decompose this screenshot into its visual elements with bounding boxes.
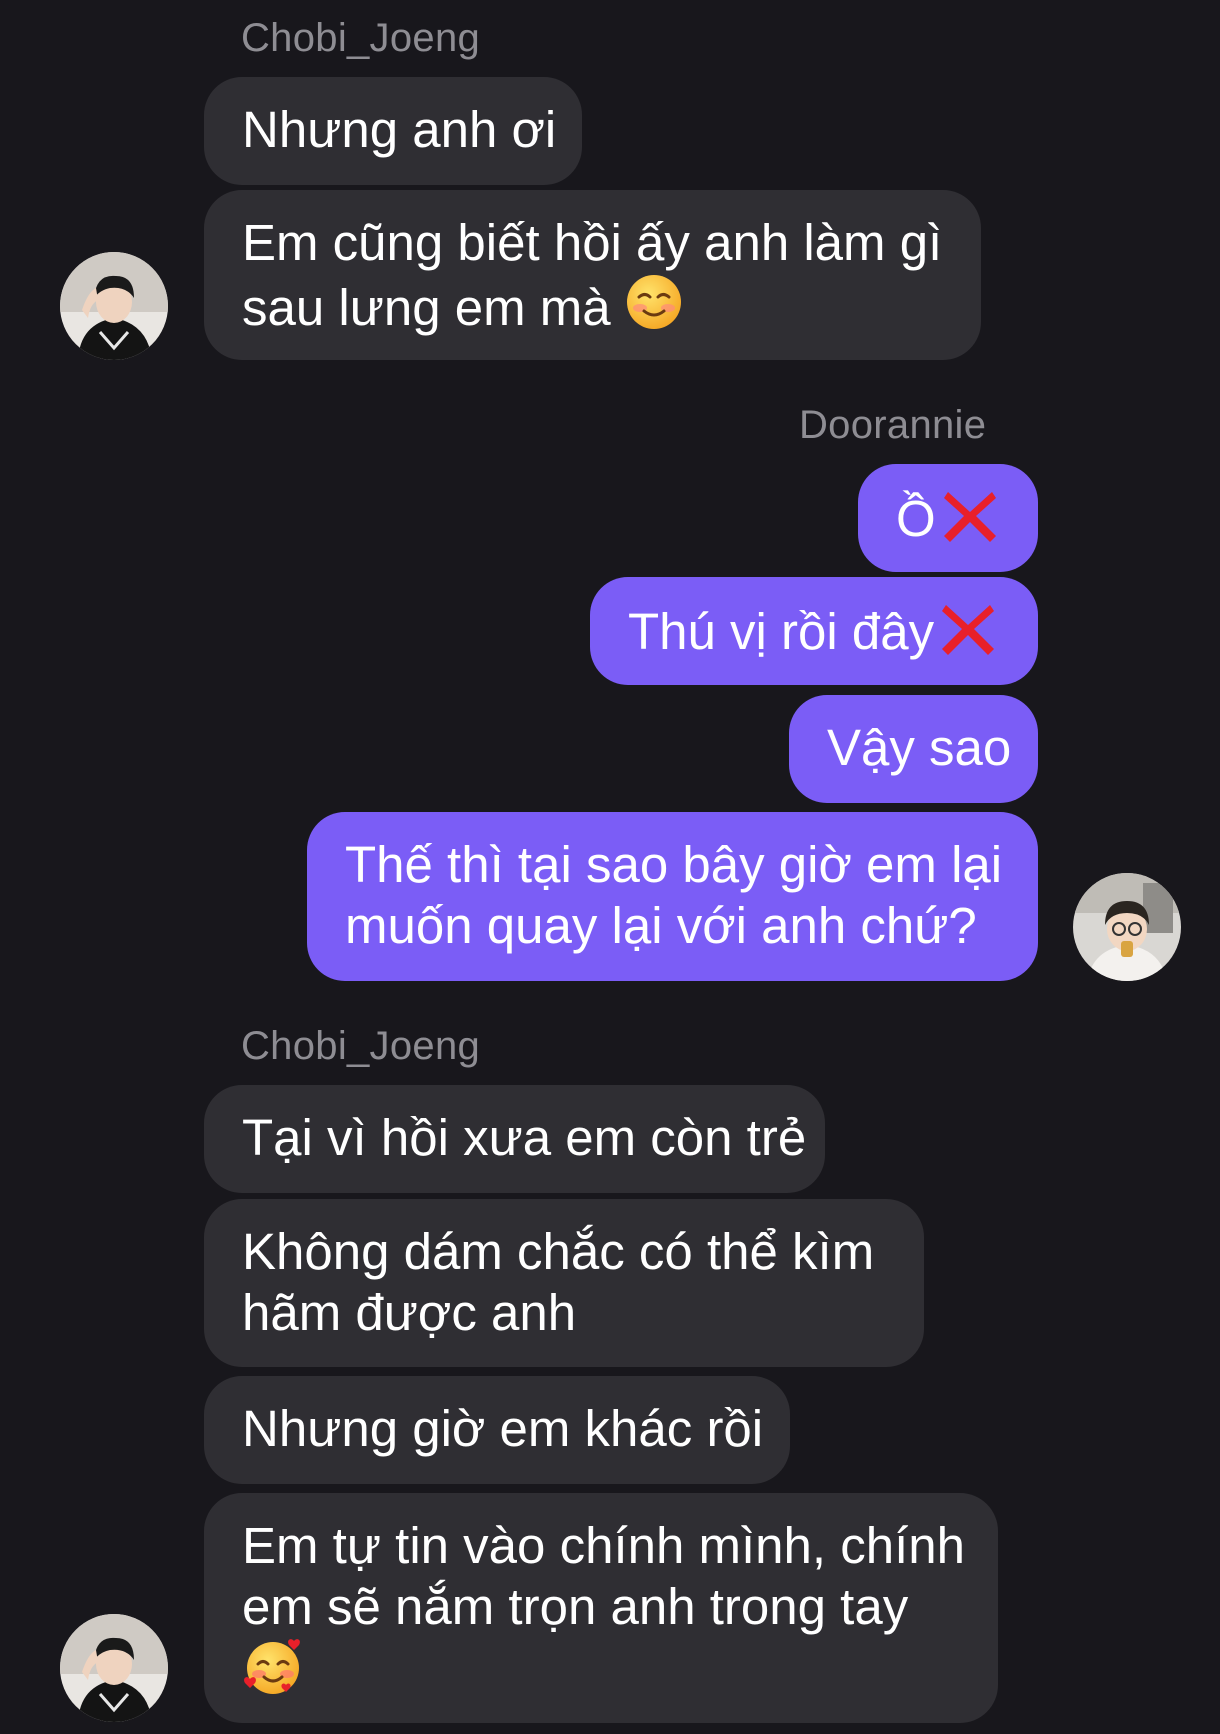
sender-name: Doorannie (799, 403, 987, 447)
message-text: Vậy sao (827, 719, 1012, 776)
sender-name: Chobi_Joeng (241, 1024, 481, 1068)
smiling-face-with-hearts-emoji-icon (242, 1637, 304, 1710)
message-bubble-outgoing[interactable]: Vậy sao (789, 695, 1038, 803)
message-bubble-outgoing[interactable]: Ồ (858, 464, 1038, 572)
cross-mark-icon (938, 599, 998, 670)
message-text-line: Em cũng biết hồi ấy anh làm gì (242, 214, 943, 271)
message-bubble-incoming[interactable]: Em cũng biết hồi ấy anh làm gì sau lưng … (204, 190, 981, 360)
avatar-chobi-joeng[interactable] (60, 1614, 168, 1722)
sender-name: Chobi_Joeng (241, 16, 481, 60)
message-text-line: sau lưng em mà (242, 279, 611, 336)
message-text-line: Thế thì tại sao bây giờ em lại (345, 836, 1003, 893)
message-text-line: Em tự tin vào chính mình, chính (242, 1517, 965, 1574)
message-text: Ồ (896, 490, 936, 547)
message-text-line: em sẽ nắm trọn anh trong tay (242, 1578, 909, 1635)
avatar-chobi-joeng[interactable] (60, 252, 168, 360)
chat-screen: Chobi_Joeng Nhưng anh ơi Em cũng biết hồ… (0, 0, 1220, 1734)
message-bubble-outgoing[interactable]: Thế thì tại sao bây giờ em lại muốn quay… (307, 812, 1038, 981)
message-text: Nhưng giờ em khác rồi (242, 1400, 764, 1457)
message-text-line: Không dám chắc có thể kìm (242, 1223, 875, 1280)
message-text: Tại vì hồi xưa em còn trẻ (242, 1109, 807, 1166)
cross-mark-icon (940, 486, 1000, 557)
message-bubble-incoming[interactable]: Không dám chắc có thể kìm hãm được anh (204, 1199, 924, 1367)
message-bubble-outgoing[interactable]: Thú vị rồi đây (590, 577, 1038, 685)
avatar-doorannie[interactable] (1073, 873, 1181, 981)
message-bubble-incoming[interactable]: Tại vì hồi xưa em còn trẻ (204, 1085, 825, 1193)
message-bubble-incoming[interactable]: Nhưng giờ em khác rồi (204, 1376, 790, 1484)
message-text-line: hãm được anh (242, 1284, 577, 1341)
message-text: Thú vị rồi đây (628, 603, 935, 660)
message-text: Nhưng anh ơi (242, 101, 557, 158)
message-text-line: muốn quay lại với anh chứ? (345, 897, 977, 954)
message-bubble-incoming[interactable]: Em tự tin vào chính mình, chính em sẽ nắ… (204, 1493, 998, 1723)
message-bubble-incoming[interactable]: Nhưng anh ơi (204, 77, 582, 185)
smiling-face-emoji-icon (625, 273, 683, 344)
